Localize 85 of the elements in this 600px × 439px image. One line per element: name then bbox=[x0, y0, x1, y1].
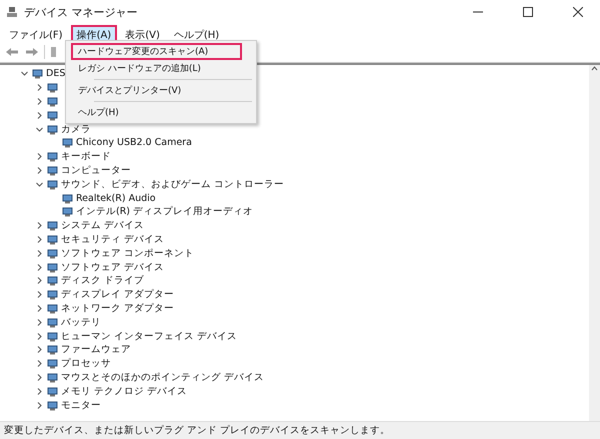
tree-item-label[interactable]: ディスク ドライブ bbox=[61, 274, 144, 288]
device-icon bbox=[47, 96, 58, 107]
expand-chevron-icon[interactable] bbox=[35, 152, 44, 162]
expand-chevron-icon[interactable] bbox=[35, 110, 44, 120]
tree-item-label[interactable]: ファームウェア bbox=[61, 343, 131, 356]
device-icon bbox=[47, 151, 58, 162]
device-icon bbox=[47, 400, 58, 411]
device-icon bbox=[47, 386, 58, 397]
tree-item-label[interactable]: セキュリティ デバイス bbox=[61, 232, 164, 246]
menu-item[interactable]: ヘルプ(H) bbox=[168, 24, 226, 42]
expand-chevron-icon[interactable] bbox=[35, 83, 44, 92]
expand-chevron-icon[interactable] bbox=[35, 318, 44, 327]
device-icon bbox=[47, 316, 58, 328]
expand-chevron-icon[interactable] bbox=[35, 400, 44, 410]
tree-item-label[interactable]: サウンド、ビデオ、およびゲーム コントローラー bbox=[61, 178, 284, 191]
tree-item-label[interactable]: メモリ テクノロジ デバイス bbox=[61, 384, 188, 398]
menu-item[interactable]: 操作(A) bbox=[70, 24, 118, 42]
device-icon bbox=[47, 178, 58, 190]
menu-option[interactable]: デバイスとプリンター(V) bbox=[71, 82, 242, 99]
menu-option[interactable]: ヘルプ(H) bbox=[71, 104, 242, 121]
tree-item-label[interactable]: モニター bbox=[61, 398, 101, 412]
expand-chevron-icon[interactable] bbox=[35, 166, 44, 175]
device-icon bbox=[47, 262, 58, 273]
close-icon[interactable] bbox=[573, 7, 583, 17]
window-title: デバイス マネージャー bbox=[24, 4, 138, 20]
device-icon bbox=[47, 164, 58, 176]
tree-item-label[interactable]: ヒューマン インターフェイス デバイス bbox=[61, 330, 238, 343]
tree-item-label[interactable]: キーボード bbox=[61, 150, 111, 164]
expand-chevron-icon[interactable] bbox=[35, 345, 44, 354]
expand-chevron-icon[interactable] bbox=[35, 304, 44, 313]
tree-item-label[interactable]: ソフトウェア コンポーネント bbox=[61, 246, 194, 260]
expand-chevron-icon[interactable] bbox=[35, 234, 44, 244]
device-icon bbox=[47, 110, 58, 121]
device-icon bbox=[47, 234, 58, 245]
expand-chevron-icon[interactable] bbox=[35, 372, 44, 382]
device-icon bbox=[47, 344, 58, 356]
collapse-chevron-icon[interactable] bbox=[35, 180, 44, 189]
tree-item-label[interactable]: Chicony USB2.0 Camera bbox=[76, 137, 192, 148]
tree-item-label[interactable]: インテル(R) ディスプレイ用オーディオ bbox=[76, 205, 254, 218]
device-icon bbox=[47, 124, 58, 135]
scrollbar[interactable] bbox=[589, 65, 600, 421]
expand-chevron-icon[interactable] bbox=[35, 386, 44, 396]
device-icon bbox=[62, 137, 73, 148]
device-icon bbox=[32, 68, 43, 80]
expand-chevron-icon[interactable] bbox=[35, 221, 44, 230]
device-icon bbox=[47, 302, 58, 314]
device-icon bbox=[62, 192, 73, 204]
expand-chevron-icon[interactable] bbox=[35, 332, 44, 341]
back-arrow-icon[interactable] bbox=[4, 47, 20, 57]
device-icon bbox=[47, 372, 58, 383]
tree-item-label[interactable]: ネットワーク アダプター bbox=[61, 302, 174, 315]
collapse-chevron-icon[interactable] bbox=[20, 69, 29, 78]
tree-item-label[interactable]: コンピューター bbox=[61, 164, 131, 177]
forward-arrow-icon[interactable] bbox=[24, 47, 40, 57]
device-icon bbox=[47, 289, 58, 300]
device-icon bbox=[62, 206, 73, 218]
device-icon bbox=[47, 330, 58, 342]
device-icon bbox=[47, 220, 58, 232]
tree-item-label[interactable]: マウスとそのほかのポインティング デバイス bbox=[61, 370, 264, 384]
expand-chevron-icon[interactable] bbox=[35, 359, 44, 368]
expand-chevron-icon[interactable] bbox=[35, 276, 44, 286]
tree-item-label[interactable]: バッテリ bbox=[61, 316, 101, 329]
tree-item-label[interactable]: DES bbox=[46, 68, 66, 80]
maximize-icon[interactable] bbox=[523, 7, 533, 17]
status-text: 変更したデバイス、または新しいプラグ アンド プレイのデバイスをスキャンします。 bbox=[4, 424, 390, 437]
device-icon bbox=[47, 275, 58, 286]
collapse-chevron-icon[interactable] bbox=[35, 124, 44, 134]
device-icon bbox=[47, 358, 58, 370]
computer-icon bbox=[6, 6, 18, 18]
tree-item-label[interactable]: Realtek(R) Audio bbox=[76, 192, 156, 204]
tree-item-label[interactable]: システム デバイス bbox=[61, 219, 144, 232]
expand-chevron-icon[interactable] bbox=[35, 248, 44, 258]
tree-item-label[interactable]: プロセッサ bbox=[61, 357, 111, 370]
tree-item-label[interactable]: カメラ bbox=[61, 122, 91, 136]
menu-option[interactable]: ハードウェア変更のスキャン(A) bbox=[71, 43, 242, 60]
menu-item[interactable]: 表示(V) bbox=[119, 24, 166, 42]
expand-chevron-icon[interactable] bbox=[35, 290, 44, 300]
device-icon bbox=[47, 82, 58, 94]
expand-chevron-icon[interactable] bbox=[35, 96, 44, 106]
tree-item-label[interactable]: ソフトウェア デバイス bbox=[61, 260, 164, 274]
menu-option[interactable]: レガシ ハードウェアの追加(L) bbox=[71, 60, 242, 77]
menu-item[interactable]: ファイル(F) bbox=[3, 24, 69, 42]
tree-item-label[interactable]: ディスプレイ アダプター bbox=[61, 288, 174, 302]
expand-chevron-icon[interactable] bbox=[35, 262, 44, 272]
device-icon bbox=[47, 248, 58, 259]
